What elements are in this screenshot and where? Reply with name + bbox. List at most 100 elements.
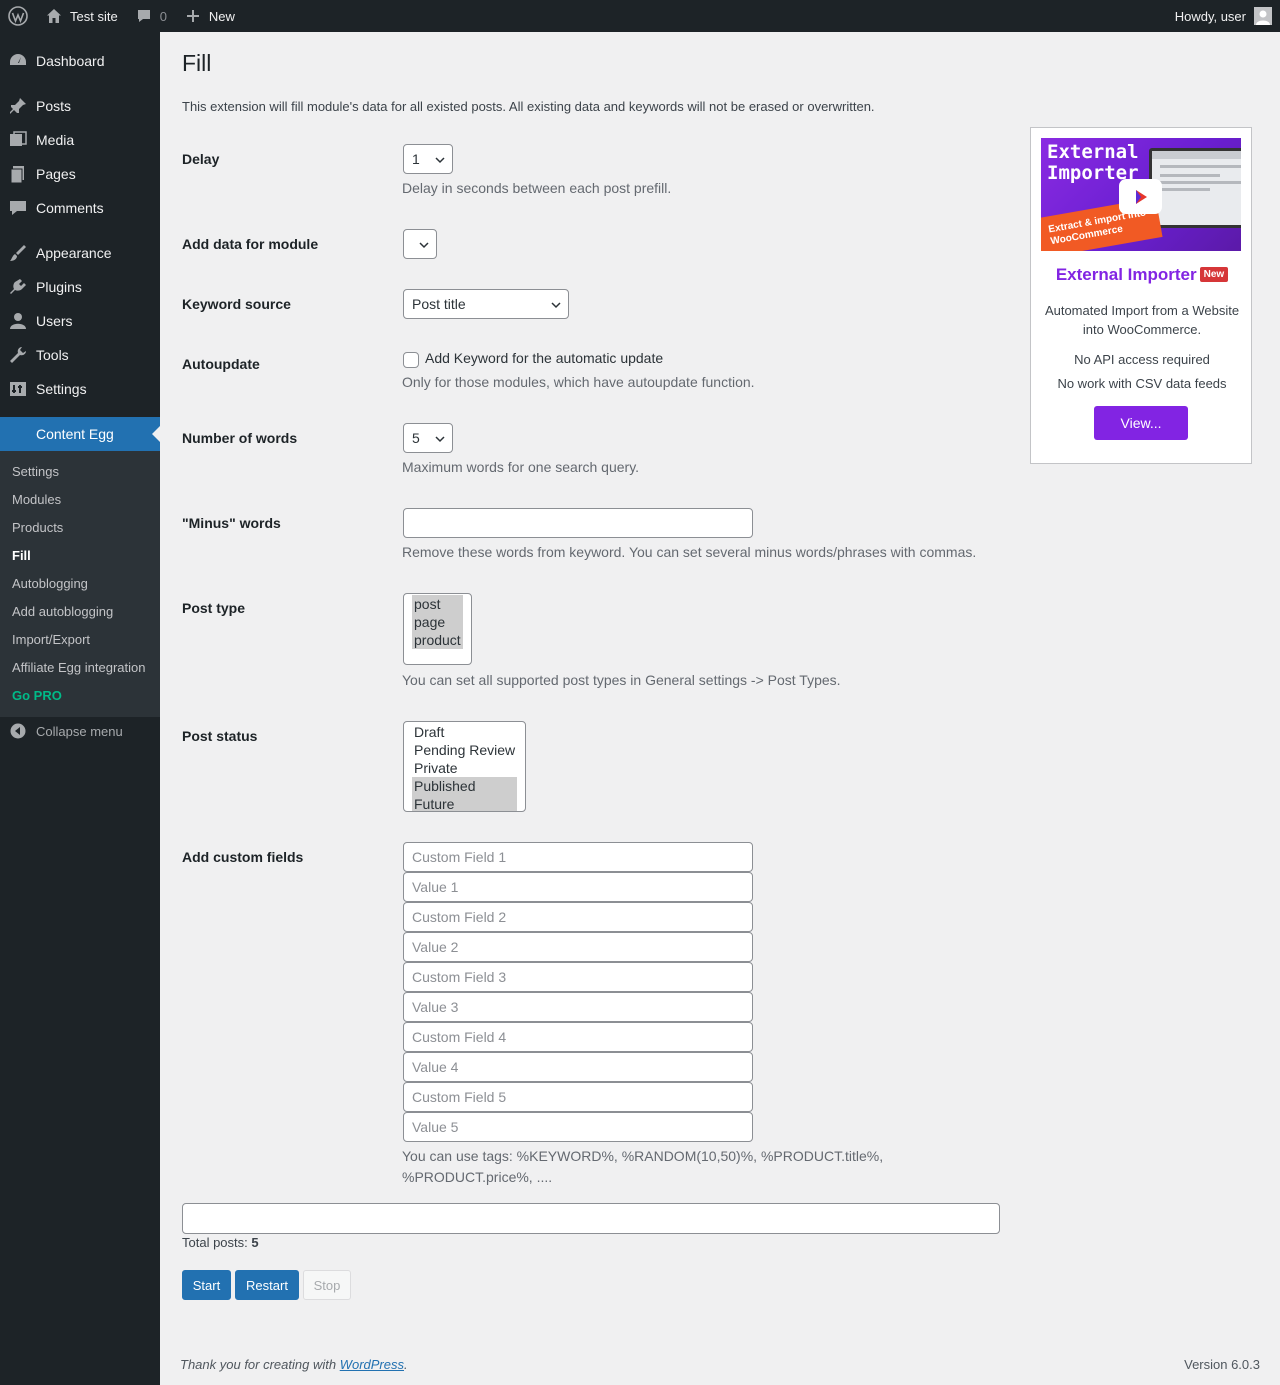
sidebar-item-label: Users [36,313,73,329]
sidebar-item-comments[interactable]: Comments [0,191,160,225]
autoupdate-checkbox-label[interactable]: Add Keyword for the automatic update [425,350,663,366]
custom-field-1-input[interactable] [403,842,753,872]
greeting: Howdy, user [1174,8,1246,24]
wordpress-icon [8,6,28,26]
total-posts-label: Total posts: [182,1235,248,1250]
delay-select[interactable]: 1 [403,144,453,174]
custom-fields-description-2: %PRODUCT.price%, .... [402,1169,553,1185]
post-type-option[interactable]: post [412,595,463,613]
post-type-option[interactable]: product [412,631,463,649]
post-status-listbox[interactable]: Draft Pending Review Private Published F… [403,721,526,812]
site-name: Test site [70,8,118,24]
sidebar-item-label: Pages [36,166,76,182]
progress-bar [182,1203,1000,1234]
admin-bar: Test site 0 New Howdy, user [0,0,1280,32]
sidebar-item-label: Posts [36,98,72,114]
sidebar-item-media[interactable]: Media [0,123,160,157]
sidebar-item-tools[interactable]: Tools [0,338,160,372]
custom-fields-label: Add custom fields [182,849,304,865]
module-select[interactable] [403,229,437,259]
sidebar-item-users[interactable]: Users [0,304,160,338]
plus-icon [183,6,203,26]
sidebar-item-content-egg[interactable]: Content Egg [0,417,160,451]
collapse-menu-button[interactable]: Collapse menu [0,723,123,739]
custom-value-4-input[interactable] [403,1052,753,1082]
num-words-label: Number of words [182,430,298,446]
my-account-link[interactable]: Howdy, user [1167,0,1280,32]
num-words-select[interactable]: 5 [403,423,453,453]
sidebar-item-posts[interactable]: Posts [0,89,160,123]
sidebar-item-label: Tools [36,347,69,363]
home-icon [44,6,64,26]
pin-icon [0,96,36,116]
post-status-option[interactable]: Published [412,777,517,795]
footer-version: Version 6.0.3 [1184,1357,1260,1372]
site-name-link[interactable]: Test site [36,0,126,32]
keyword-source-label: Keyword source [182,296,291,312]
sidebar-item-dashboard[interactable]: Dashboard [0,44,160,78]
keyword-source-select[interactable]: Post title [403,289,569,319]
media-icon [0,130,36,150]
minus-words-label: "Minus" words [182,515,281,531]
submenu-item-affiliate-egg[interactable]: Affiliate Egg integration [12,660,145,675]
submenu-item-modules[interactable]: Modules [12,492,61,507]
intro-text: This extension will fill module's data f… [182,99,875,114]
custom-value-1-input[interactable] [403,872,753,902]
dashboard-icon [0,51,36,71]
custom-field-5-input[interactable] [403,1082,753,1112]
play-button-icon[interactable] [1119,179,1162,214]
submenu-item-settings[interactable]: Settings [12,464,59,479]
keyword-source-value: Post title [412,296,466,312]
chevron-down-icon [435,436,445,443]
custom-field-2-input[interactable] [403,902,753,932]
plug-icon [0,277,36,297]
post-type-description: You can set all supported post types in … [402,672,841,688]
start-button[interactable]: Start [182,1270,231,1300]
new-label: New [208,8,235,24]
sidebar-item-settings[interactable]: Settings [0,372,160,406]
promo-view-button[interactable]: View... [1094,406,1188,440]
sidebar-item-label: Dashboard [36,53,105,69]
promo-title[interactable]: External Importer New [1031,265,1253,285]
autoupdate-checkbox[interactable] [403,352,419,368]
promo-text-1: Automated Import from a Website into Woo… [1044,303,1240,337]
sidebar-item-label: Plugins [36,279,82,295]
admin-sidebar: Dashboard Posts Media Pages Comments App… [0,32,160,1385]
submenu-item-fill[interactable]: Fill [12,548,31,563]
custom-value-3-input[interactable] [403,992,753,1022]
stop-button[interactable]: Stop [303,1270,351,1300]
wordpress-link[interactable]: WordPress [340,1357,404,1372]
wordpress-logo[interactable] [0,0,36,32]
custom-value-5-input[interactable] [403,1112,753,1142]
minus-words-input[interactable] [403,508,753,538]
submenu-item-go-pro[interactable]: Go PRO [12,688,62,703]
promo-text-3: No work with CSV data feeds [1057,376,1227,391]
custom-field-4-input[interactable] [403,1022,753,1052]
custom-field-3-input[interactable] [403,962,753,992]
submenu-item-autoblogging[interactable]: Autoblogging [12,576,88,591]
custom-value-2-input[interactable] [403,932,753,962]
sidebar-item-pages[interactable]: Pages [0,157,160,191]
submenu-item-import-export[interactable]: Import/Export [12,632,90,647]
num-words-value: 5 [412,430,420,446]
restart-button[interactable]: Restart [235,1270,299,1300]
post-type-option[interactable]: page [412,613,463,631]
post-status-option[interactable]: Draft [412,723,517,741]
promo-box: External Importer Extract & import into … [1030,127,1252,464]
post-status-option[interactable]: Future [412,795,517,811]
promo-image[interactable]: External Importer Extract & import into … [1041,138,1241,251]
sidebar-item-appearance[interactable]: Appearance [0,236,160,270]
delay-description: Delay in seconds between each post prefi… [402,180,672,196]
promo-text-2: No API access required [1074,352,1210,367]
sidebar-item-label: Content Egg [36,426,114,442]
post-status-option[interactable]: Pending Review [412,741,517,759]
submenu-item-add-autoblogging[interactable]: Add autoblogging [12,604,113,619]
collapse-arrow-icon [0,723,36,739]
submenu-item-products[interactable]: Products [12,520,63,535]
sidebar-item-plugins[interactable]: Plugins [0,270,160,304]
total-posts-value: 5 [251,1235,259,1250]
post-status-option[interactable]: Private [412,759,517,777]
post-type-listbox[interactable]: post page product [403,593,472,665]
comments-link[interactable]: 0 [126,0,175,32]
new-content-link[interactable]: New [175,0,243,32]
